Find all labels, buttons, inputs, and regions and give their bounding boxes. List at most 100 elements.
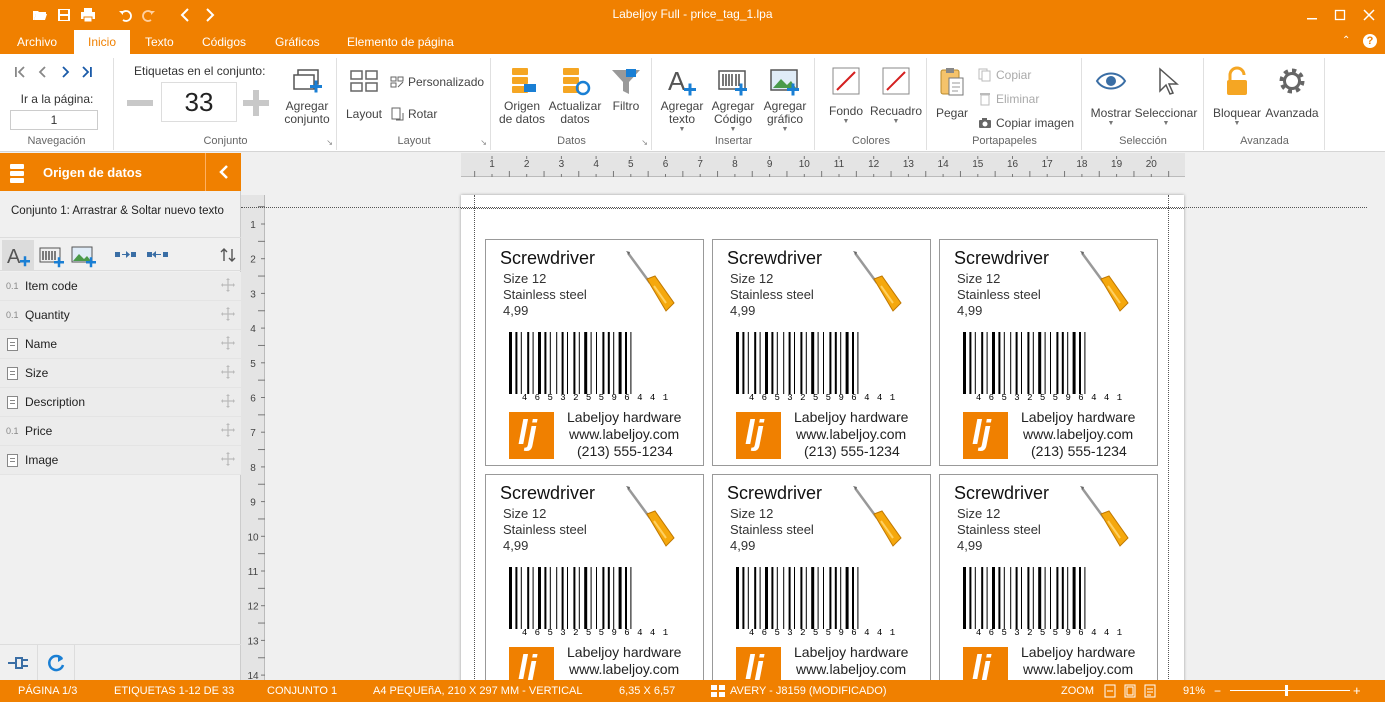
- label-description[interactable]: Stainless steel: [730, 522, 814, 537]
- actual-size-icon[interactable]: [1144, 684, 1156, 698]
- zoom-out-button[interactable]: −: [1214, 684, 1221, 698]
- label-name[interactable]: Screwdriver: [727, 248, 822, 269]
- zoom-slider[interactable]: [1230, 690, 1350, 691]
- label-phone[interactable]: (213) 555-1234: [804, 443, 900, 459]
- price-label[interactable]: Screwdriver Size 12 Stainless steel 4,99 4 6…: [939, 474, 1158, 680]
- labeljoy-logo[interactable]: lj: [509, 412, 554, 459]
- label-size[interactable]: Size 12: [730, 271, 773, 286]
- help-icon[interactable]: ?: [1363, 34, 1377, 48]
- next-page-icon[interactable]: [62, 66, 70, 78]
- connect-icon[interactable]: [6, 655, 32, 671]
- field-item[interactable]: 0.1 Item code: [0, 272, 241, 301]
- label-company[interactable]: Labeljoy hardware: [567, 644, 681, 660]
- label-description[interactable]: Stainless steel: [503, 522, 587, 537]
- label-website[interactable]: www.labeljoy.com: [796, 426, 906, 442]
- labeljoy-logo[interactable]: lj: [736, 412, 781, 459]
- label-website[interactable]: www.labeljoy.com: [569, 426, 679, 442]
- field-item[interactable]: Size: [0, 359, 241, 388]
- sort-icon[interactable]: [220, 247, 236, 263]
- add-graphic-button[interactable]: Agregar gráfico ▼: [759, 66, 811, 134]
- tab-codigos[interactable]: Códigos: [194, 30, 254, 54]
- dialog-launcher-icon[interactable]: ↘: [480, 138, 487, 147]
- move-right-icon[interactable]: [114, 249, 138, 261]
- label-phone[interactable]: (213) 555-1234: [1031, 443, 1127, 459]
- undo-icon[interactable]: [116, 5, 136, 25]
- field-item[interactable]: Image: [0, 446, 241, 475]
- label-name[interactable]: Screwdriver: [727, 483, 822, 504]
- close-button[interactable]: [1358, 5, 1380, 25]
- label-price[interactable]: 4,99: [730, 538, 755, 553]
- label-company[interactable]: Labeljoy hardware: [567, 409, 681, 425]
- label-company[interactable]: Labeljoy hardware: [794, 409, 908, 425]
- folder-open-icon[interactable]: [30, 5, 50, 25]
- add-text-button[interactable]: A Agregar texto ▼: [657, 66, 707, 134]
- fit-page-icon[interactable]: [1124, 684, 1136, 698]
- prev-page-icon[interactable]: [38, 66, 46, 78]
- field-item[interactable]: Description: [0, 388, 241, 417]
- barcode[interactable]: [509, 567, 685, 629]
- field-item[interactable]: Name: [0, 330, 241, 359]
- label-description[interactable]: Stainless steel: [957, 287, 1041, 302]
- label-description[interactable]: Stainless steel: [730, 287, 814, 302]
- fit-width-icon[interactable]: [1104, 684, 1116, 698]
- back-icon[interactable]: [176, 5, 196, 25]
- labeljoy-logo[interactable]: lj: [963, 412, 1008, 459]
- set-count-input[interactable]: 33: [161, 82, 237, 122]
- drag-handle-icon[interactable]: [221, 307, 235, 324]
- label-website[interactable]: www.labeljoy.com: [1023, 426, 1133, 442]
- add-text-field-icon[interactable]: A: [2, 240, 34, 270]
- origen-datos-button[interactable]: Origen de datos: [498, 66, 546, 126]
- first-page-icon[interactable]: [15, 66, 25, 78]
- plus-icon[interactable]: [241, 88, 271, 118]
- minus-icon[interactable]: [125, 88, 155, 118]
- screwdriver-icon[interactable]: [624, 250, 680, 316]
- bloquear-button[interactable]: Bloquear ▼: [1211, 66, 1263, 128]
- collapse-panel-button[interactable]: [205, 153, 241, 191]
- label-size[interactable]: Size 12: [957, 506, 1000, 521]
- personalizado-button[interactable]: Personalizado: [390, 75, 484, 89]
- labeljoy-logo[interactable]: lj: [963, 647, 1008, 680]
- screwdriver-icon[interactable]: [624, 485, 680, 551]
- tab-elemento-pagina[interactable]: Elemento de página: [339, 30, 462, 54]
- maximize-button[interactable]: [1329, 5, 1351, 25]
- label-price[interactable]: 4,99: [503, 303, 528, 318]
- labeljoy-logo[interactable]: lj: [509, 647, 554, 680]
- label-name[interactable]: Screwdriver: [954, 248, 1049, 269]
- zoom-slider-thumb[interactable]: [1285, 685, 1288, 696]
- add-code-button[interactable]: Agregar Código ▼: [707, 66, 759, 134]
- last-page-icon[interactable]: [82, 66, 92, 78]
- label-company[interactable]: Labeljoy hardware: [794, 644, 908, 660]
- label-name[interactable]: Screwdriver: [500, 248, 595, 269]
- price-label[interactable]: Screwdriver Size 12 Stainless steel 4,99 4 6…: [485, 474, 704, 680]
- label-website[interactable]: www.labeljoy.com: [569, 661, 679, 677]
- label-size[interactable]: Size 12: [503, 506, 546, 521]
- screwdriver-icon[interactable]: [1078, 485, 1134, 551]
- label-website[interactable]: www.labeljoy.com: [1023, 661, 1133, 677]
- label-size[interactable]: Size 12: [730, 506, 773, 521]
- print-icon[interactable]: [78, 5, 98, 25]
- price-label[interactable]: Screwdriver Size 12 Stainless steel 4,99 4 6…: [712, 474, 931, 680]
- copiar-button[interactable]: Copiar: [978, 68, 1031, 82]
- seleccionar-button[interactable]: Seleccionar ▼: [1133, 66, 1199, 128]
- field-item[interactable]: 0.1 Quantity: [0, 301, 241, 330]
- drag-handle-icon[interactable]: [221, 452, 235, 469]
- copiar-imagen-button[interactable]: Copiar imagen: [978, 116, 1074, 130]
- label-size[interactable]: Size 12: [503, 271, 546, 286]
- fondo-button[interactable]: Fondo ▼: [822, 66, 870, 126]
- label-price[interactable]: 4,99: [730, 303, 755, 318]
- drag-handle-icon[interactable]: [221, 394, 235, 411]
- drag-handle-icon[interactable]: [221, 278, 235, 295]
- redo-icon[interactable]: [138, 5, 158, 25]
- add-barcode-field-icon[interactable]: [38, 244, 66, 268]
- label-price[interactable]: 4,99: [503, 538, 528, 553]
- actualizar-datos-button[interactable]: Actualizar datos: [546, 66, 604, 126]
- refresh-icon[interactable]: [46, 653, 66, 673]
- eliminar-button[interactable]: Eliminar: [978, 92, 1039, 106]
- save-icon[interactable]: [54, 5, 74, 25]
- zoom-in-button[interactable]: +: [1353, 683, 1361, 698]
- layout-button[interactable]: Layout: [344, 66, 384, 121]
- tab-graficos[interactable]: Gráficos: [267, 30, 328, 54]
- label-description[interactable]: Stainless steel: [503, 287, 587, 302]
- screwdriver-icon[interactable]: [851, 485, 907, 551]
- price-label[interactable]: Screwdriver Size 12 Stainless steel 4,99 4 6…: [712, 239, 931, 466]
